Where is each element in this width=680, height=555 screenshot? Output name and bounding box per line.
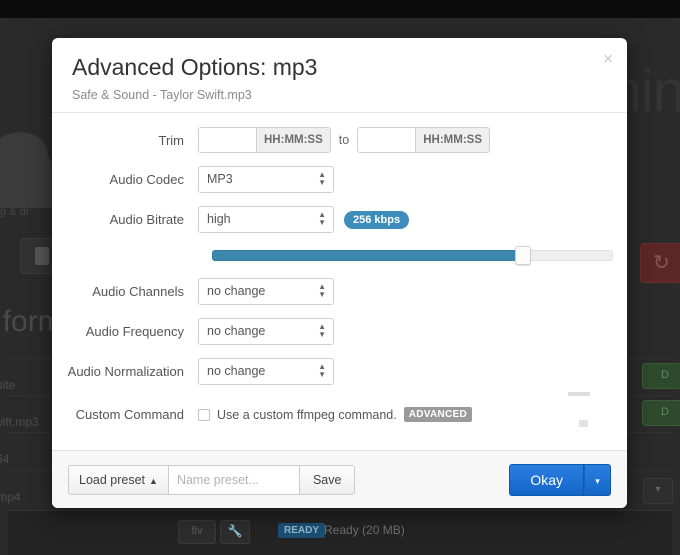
advanced-options-dialog: Advanced Options: mp3 Safe & Sound - Tay…	[52, 38, 627, 508]
audio-bitrate-select[interactable]: high ▲▼	[198, 206, 334, 233]
chevron-updown-icon: ▲▼	[318, 323, 326, 339]
audio-channels-label: Audio Channels	[52, 284, 198, 299]
list-item-file: 64	[0, 452, 9, 466]
row-audio-codec: Audio Codec MP3 ▲▼	[52, 166, 627, 193]
slider-fill	[212, 250, 517, 261]
chevron-up-icon: ▲	[149, 476, 158, 486]
ghost-artifact	[568, 392, 590, 396]
chevron-updown-icon: ▲▼	[318, 283, 326, 299]
audio-frequency-select[interactable]: no change ▲▼	[198, 318, 334, 345]
status-text: Ready (20 MB)	[324, 523, 405, 537]
row-audio-frequency: Audio Frequency no change ▲▼	[52, 318, 627, 345]
bitrate-badge: 256 kbps	[344, 211, 409, 229]
chevron-updown-icon: ▲▼	[318, 363, 326, 379]
wrench-icon[interactable]: 🔧	[220, 520, 250, 544]
audio-frequency-value: no change	[207, 324, 265, 338]
advanced-badge: ADVANCED	[404, 407, 472, 422]
row-audio-bitrate: Audio Bitrate high ▲▼ 256 kbps	[52, 206, 627, 233]
list-item-file: Swift.mp3	[0, 415, 39, 429]
load-preset-label: Load preset	[79, 473, 145, 487]
close-icon[interactable]: ×	[603, 50, 613, 67]
chevron-down-icon[interactable]: ▾	[643, 478, 673, 504]
custom-command-checkbox[interactable]	[198, 409, 210, 421]
trim-start-group: HH:MM:SS	[198, 127, 331, 153]
trim-end-format-addon: HH:MM:SS	[415, 127, 490, 153]
audio-normalization-select[interactable]: no change ▲▼	[198, 358, 334, 385]
preset-controls: Load preset ▲ Save	[68, 465, 355, 495]
row-audio-normalization: Audio Normalization no change ▲▼	[52, 358, 627, 385]
preset-name-input[interactable]	[169, 465, 299, 495]
trim-start-input[interactable]	[198, 127, 256, 153]
trim-end-input[interactable]	[357, 127, 415, 153]
format-select[interactable]: flv	[178, 520, 216, 544]
list-item-file: .mp4	[0, 490, 21, 504]
audio-bitrate-label: Audio Bitrate	[52, 212, 198, 227]
okay-button[interactable]: Okay	[509, 464, 584, 496]
custom-command-checkbox-label: Use a custom ffmpeg command.	[217, 408, 397, 422]
audio-codec-label: Audio Codec	[52, 172, 198, 187]
row-custom-command: Custom Command Use a custom ffmpeg comma…	[52, 407, 627, 422]
download-button[interactable]: D	[642, 400, 680, 426]
trim-end-group: HH:MM:SS	[357, 127, 490, 153]
audio-channels-value: no change	[207, 284, 265, 298]
dialog-subtitle: Safe & Sound - Taylor Swift.mp3	[72, 88, 607, 102]
audio-normalization-value: no change	[207, 364, 265, 378]
trim-label: Trim	[52, 133, 198, 148]
trim-separator: to	[339, 133, 349, 147]
ghost-artifact	[579, 420, 588, 427]
audio-channels-select[interactable]: no change ▲▼	[198, 278, 334, 305]
download-button[interactable]: D	[642, 363, 680, 389]
chevron-updown-icon: ▲▼	[318, 171, 326, 187]
slider-handle[interactable]	[515, 246, 531, 265]
audio-codec-select[interactable]: MP3 ▲▼	[198, 166, 334, 193]
row-audio-channels: Audio Channels no change ▲▼	[52, 278, 627, 305]
audio-normalization-label: Audio Normalization	[52, 364, 198, 379]
refresh-icon[interactable]	[640, 243, 680, 283]
row-bitrate-slider	[52, 246, 627, 278]
dialog-body: Trim HH:MM:SS to HH:MM:SS Audio Codec MP…	[52, 113, 627, 453]
bitrate-slider[interactable]	[212, 246, 613, 264]
list-item-website: bsite	[0, 378, 15, 392]
audio-frequency-label: Audio Frequency	[52, 324, 198, 339]
audio-codec-value: MP3	[207, 172, 233, 186]
okay-dropdown-caret-icon[interactable]: ▾	[584, 464, 611, 496]
trim-start-format-addon: HH:MM:SS	[256, 127, 331, 153]
okay-button-group: Okay ▾	[509, 464, 611, 496]
custom-command-label: Custom Command	[52, 407, 198, 422]
chevron-updown-icon: ▲▼	[318, 211, 326, 227]
page-top-strip	[0, 0, 680, 18]
load-preset-button[interactable]: Load preset ▲	[68, 465, 169, 495]
page-title: Advanced Options: mp3	[72, 54, 607, 80]
status-badge: READY	[278, 523, 325, 538]
save-preset-button[interactable]: Save	[299, 465, 356, 495]
dialog-header: Advanced Options: mp3 Safe & Sound - Tay…	[52, 38, 627, 113]
drop-zone-hint: drag & dr	[0, 206, 50, 220]
audio-bitrate-value: high	[207, 212, 231, 226]
dialog-footer: Load preset ▲ Save Okay ▾	[52, 450, 627, 508]
row-trim: Trim HH:MM:SS to HH:MM:SS	[52, 127, 627, 153]
